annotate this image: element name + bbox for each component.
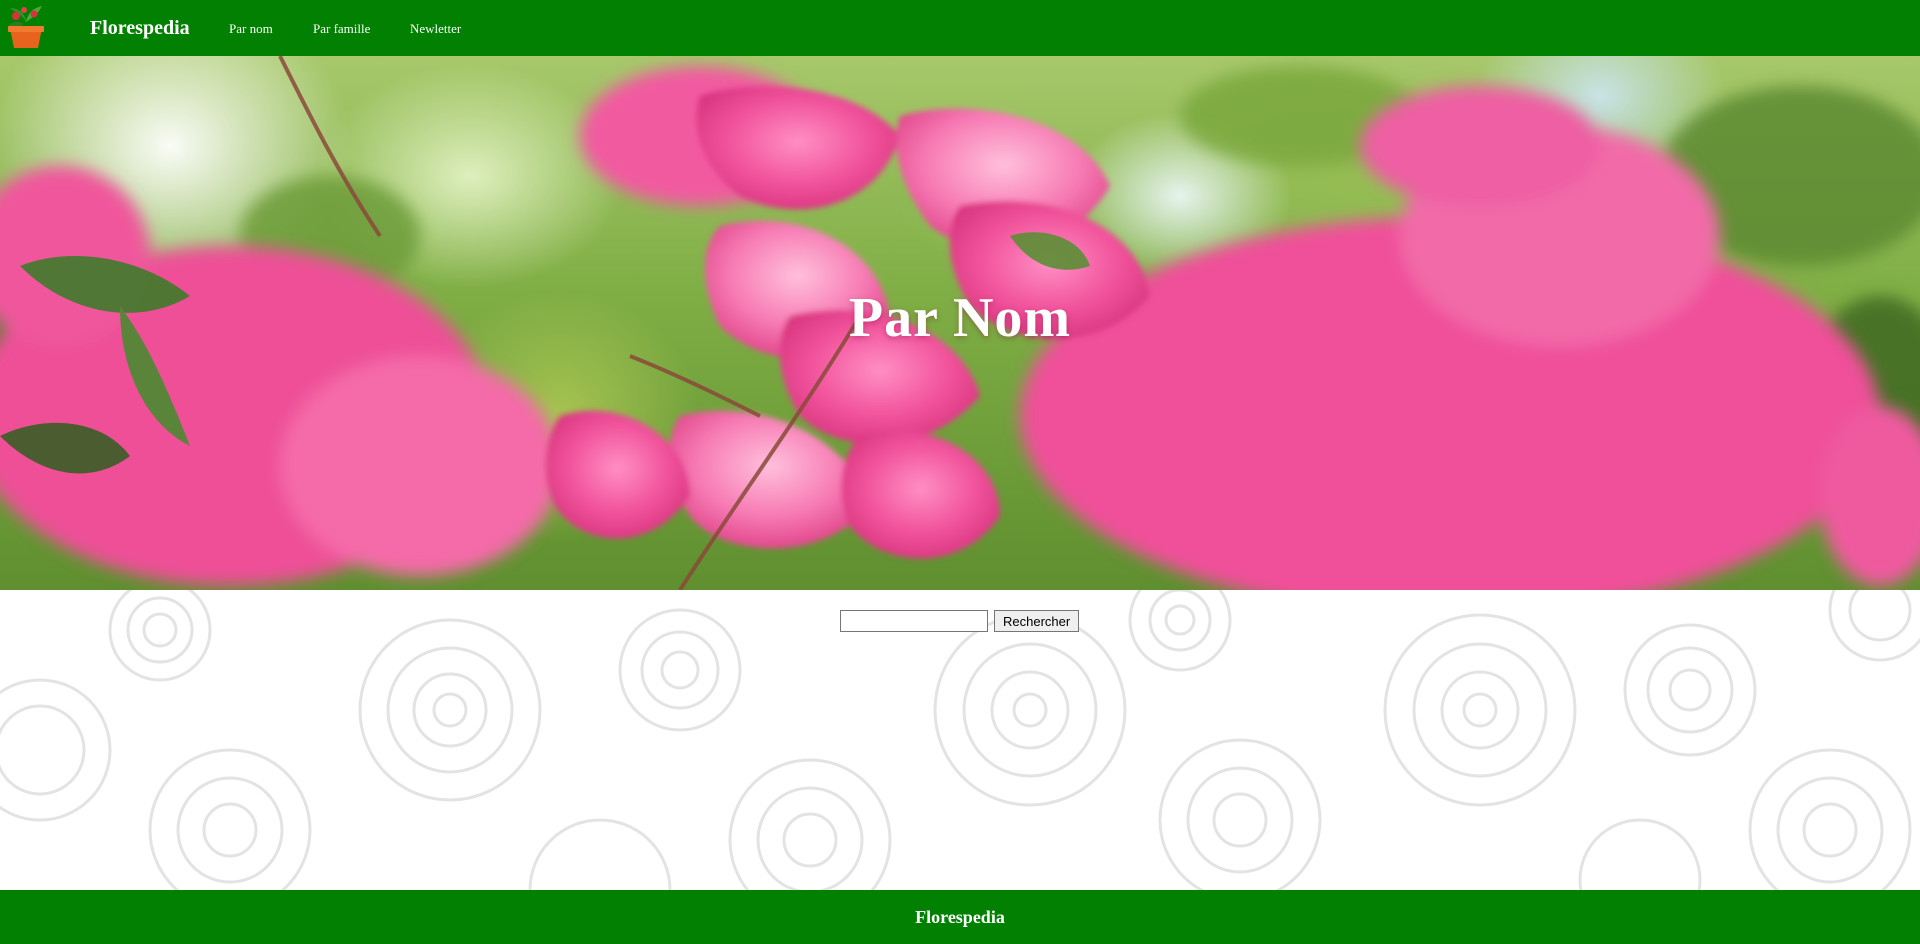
footer-brand: Florespedia [915,907,1005,927]
search-form: Rechercher [840,610,1080,632]
page-title: Par Nom [848,287,1072,349]
hero-banner: Par Nom [0,56,1920,590]
brand-link[interactable]: Florespedia [90,0,190,56]
top-navbar: Florespedia Par nom Par famille Newlette… [0,0,1920,56]
search-section: Rechercher [0,590,1920,890]
potted-plant-icon[interactable] [4,2,48,50]
nav-par-nom[interactable]: Par nom [229,0,273,56]
footer: Florespedia [0,890,1920,944]
nav-par-famille[interactable]: Par famille [313,0,370,56]
rose-pattern-background [0,590,1920,890]
search-input[interactable] [840,610,988,632]
search-button[interactable]: Rechercher [994,610,1080,632]
nav-newsletter[interactable]: Newletter [410,0,461,56]
